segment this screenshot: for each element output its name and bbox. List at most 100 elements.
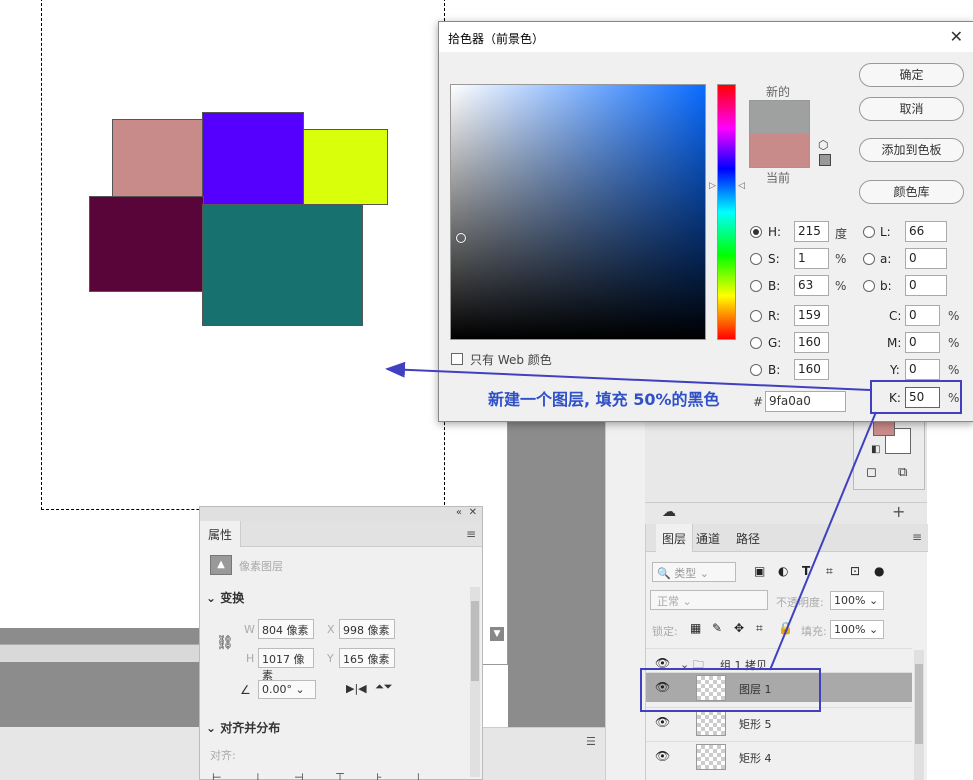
fill-field[interactable]: 100% ⌄ bbox=[830, 620, 884, 639]
radio-l[interactable] bbox=[863, 226, 875, 238]
b-unit: % bbox=[835, 279, 847, 293]
add-icon[interactable]: + bbox=[892, 502, 905, 521]
scroll-down-icon[interactable]: ▼ bbox=[490, 627, 504, 641]
panel-titlebar[interactable]: « ✕ bbox=[200, 507, 482, 521]
opacity-field[interactable]: 100% ⌄ bbox=[830, 591, 884, 610]
type-filter-icon[interactable]: T bbox=[802, 564, 810, 578]
purple-rectangle[interactable] bbox=[202, 112, 304, 205]
m-field[interactable]: 0 bbox=[905, 332, 940, 353]
tab-properties[interactable]: 属性 bbox=[200, 521, 242, 547]
color-libraries-button[interactable]: 颜色库 bbox=[859, 180, 964, 204]
c-unit: % bbox=[948, 309, 960, 323]
tab-paths[interactable]: 路径 bbox=[736, 530, 760, 547]
maroon-rectangle[interactable] bbox=[89, 196, 204, 292]
y-field[interactable]: 165 像素 bbox=[339, 648, 395, 668]
web-safe-swatch[interactable] bbox=[819, 154, 831, 166]
ok-button[interactable]: 确定 bbox=[859, 63, 964, 87]
b-field[interactable]: 63 bbox=[794, 275, 829, 296]
layers-scrollbar[interactable] bbox=[914, 650, 924, 780]
y-field[interactable]: 0 bbox=[905, 359, 940, 380]
a-field[interactable]: 0 bbox=[905, 248, 947, 269]
close-icon[interactable]: ✕ bbox=[950, 27, 963, 46]
filter-toggle-icon[interactable]: ● bbox=[874, 564, 884, 578]
hue-arrow-right-icon[interactable]: ▷ bbox=[709, 181, 716, 191]
align-buttons[interactable]: ⊢ ⊥ ⊣ ⊤ ⊦ ⊥ bbox=[212, 771, 437, 780]
g-field[interactable]: 160 bbox=[794, 332, 829, 353]
radio-g[interactable] bbox=[750, 337, 762, 349]
panel-menu-icon[interactable]: ☰ bbox=[586, 735, 596, 748]
c-field[interactable]: 0 bbox=[905, 305, 940, 326]
current-color-label: 当前 bbox=[766, 171, 791, 185]
r-field[interactable]: 159 bbox=[794, 305, 829, 326]
saturation-brightness-field[interactable] bbox=[450, 84, 706, 340]
width-field[interactable]: 804 像素 bbox=[258, 619, 314, 639]
pink-rectangle[interactable] bbox=[112, 119, 204, 199]
lock-position-icon[interactable]: ✥ bbox=[734, 621, 744, 635]
tab-channels[interactable]: 通道 bbox=[696, 530, 720, 547]
collapse-icon[interactable]: « bbox=[456, 507, 462, 518]
cancel-button[interactable]: 取消 bbox=[859, 97, 964, 121]
radio-r[interactable] bbox=[750, 310, 762, 322]
quick-mask-icon[interactable]: ◻ bbox=[866, 465, 877, 480]
smart-object-filter-icon[interactable]: ⊡ bbox=[850, 564, 860, 578]
shape-filter-icon[interactable]: ⌗ bbox=[826, 564, 833, 579]
add-to-swatches-button[interactable]: 添加到色板 bbox=[859, 138, 964, 162]
layer-filter-select[interactable]: 🔍 类型 ⌄ bbox=[652, 562, 736, 582]
l-field[interactable]: 66 bbox=[905, 221, 947, 242]
hex-field[interactable]: 9fa0a0 bbox=[765, 391, 846, 412]
visibility-eye-icon[interactable]: 👁 bbox=[655, 749, 670, 763]
x-field[interactable]: 998 像素 bbox=[339, 619, 395, 639]
teal-rectangle[interactable] bbox=[202, 204, 363, 326]
link-icon[interactable]: ⛓ bbox=[216, 635, 234, 651]
radio-s[interactable] bbox=[750, 253, 762, 265]
horizontal-scrollbar[interactable] bbox=[0, 644, 200, 662]
scrollbar-thumb[interactable] bbox=[915, 664, 923, 744]
radio-h[interactable] bbox=[750, 226, 762, 238]
visibility-eye-icon[interactable]: 👁 bbox=[655, 715, 670, 729]
layer-kind-label: 像素图层 bbox=[239, 560, 283, 573]
dialog-titlebar[interactable]: 拾色器（前景色） ✕ bbox=[439, 22, 973, 52]
flip-horizontal-icon[interactable]: ▶|◀ bbox=[346, 682, 367, 695]
yellow-rectangle[interactable] bbox=[303, 129, 388, 205]
current-color-swatch[interactable] bbox=[749, 134, 810, 168]
radio-a[interactable] bbox=[863, 253, 875, 265]
angle-value: 0.00° bbox=[262, 683, 292, 696]
align-section[interactable]: ⌄ 对齐并分布 bbox=[206, 719, 280, 736]
lock-artboard-icon[interactable]: ⌗ bbox=[756, 621, 763, 636]
h-field[interactable]: 215 bbox=[794, 221, 829, 242]
lock-all-icon[interactable]: 🔒 bbox=[778, 621, 793, 635]
flip-vertical-icon[interactable]: ⏶⏷ bbox=[375, 680, 393, 694]
foreground-color-swatch[interactable] bbox=[873, 420, 895, 436]
lock-transparency-icon[interactable]: ▦ bbox=[690, 621, 701, 635]
blend-mode-select[interactable]: 正常 ⌄ bbox=[650, 590, 768, 610]
radio-b[interactable] bbox=[750, 280, 762, 292]
pixel-filter-icon[interactable]: ▣ bbox=[754, 564, 765, 578]
layer-row[interactable]: 👁 矩形 4 bbox=[646, 741, 912, 771]
hue-slider[interactable] bbox=[717, 84, 736, 340]
properties-scrollbar[interactable] bbox=[470, 587, 480, 777]
layers-menu-icon[interactable]: ≡ bbox=[912, 530, 922, 544]
close-icon[interactable]: ✕ bbox=[469, 507, 477, 518]
cloud-sync-icon[interactable]: ☁ bbox=[662, 504, 676, 520]
hue-arrow-left-icon[interactable]: ◁ bbox=[738, 181, 745, 191]
out-of-gamut-cube-icon[interactable]: ⬡ bbox=[818, 138, 828, 152]
default-colors-icon[interactable]: ◧ bbox=[871, 444, 880, 455]
height-field[interactable]: 1017 像素 bbox=[258, 648, 314, 682]
web-colors-only-checkbox[interactable] bbox=[451, 353, 463, 365]
rgb-b-field[interactable]: 160 bbox=[794, 359, 829, 380]
adjustment-filter-icon[interactable]: ◐ bbox=[778, 564, 788, 578]
angle-field[interactable]: 0.00° ⌄ bbox=[258, 680, 316, 699]
tab-layers[interactable]: 图层 bbox=[656, 524, 694, 552]
radio-rgb-b[interactable] bbox=[750, 364, 762, 376]
transform-section[interactable]: ⌄ 变换 bbox=[206, 589, 244, 606]
scrollbar-thumb[interactable] bbox=[471, 601, 479, 681]
lab-b-field[interactable]: 0 bbox=[905, 275, 947, 296]
lock-pixels-icon[interactable]: ✎ bbox=[712, 621, 722, 635]
color-field-cursor[interactable] bbox=[456, 233, 466, 243]
properties-menu-icon[interactable]: ≡ bbox=[466, 527, 476, 541]
radio-lab-b[interactable] bbox=[863, 280, 875, 292]
properties-panel: « ✕ 属性 ≡ ▲ 像素图层 ⌄ 变换 ⛓ W 804 像素 X 998 像素… bbox=[199, 506, 483, 780]
s-field[interactable]: 1 bbox=[794, 248, 829, 269]
y-label: Y: bbox=[890, 363, 900, 377]
screen-mode-icon[interactable]: ⧉ bbox=[898, 465, 907, 480]
